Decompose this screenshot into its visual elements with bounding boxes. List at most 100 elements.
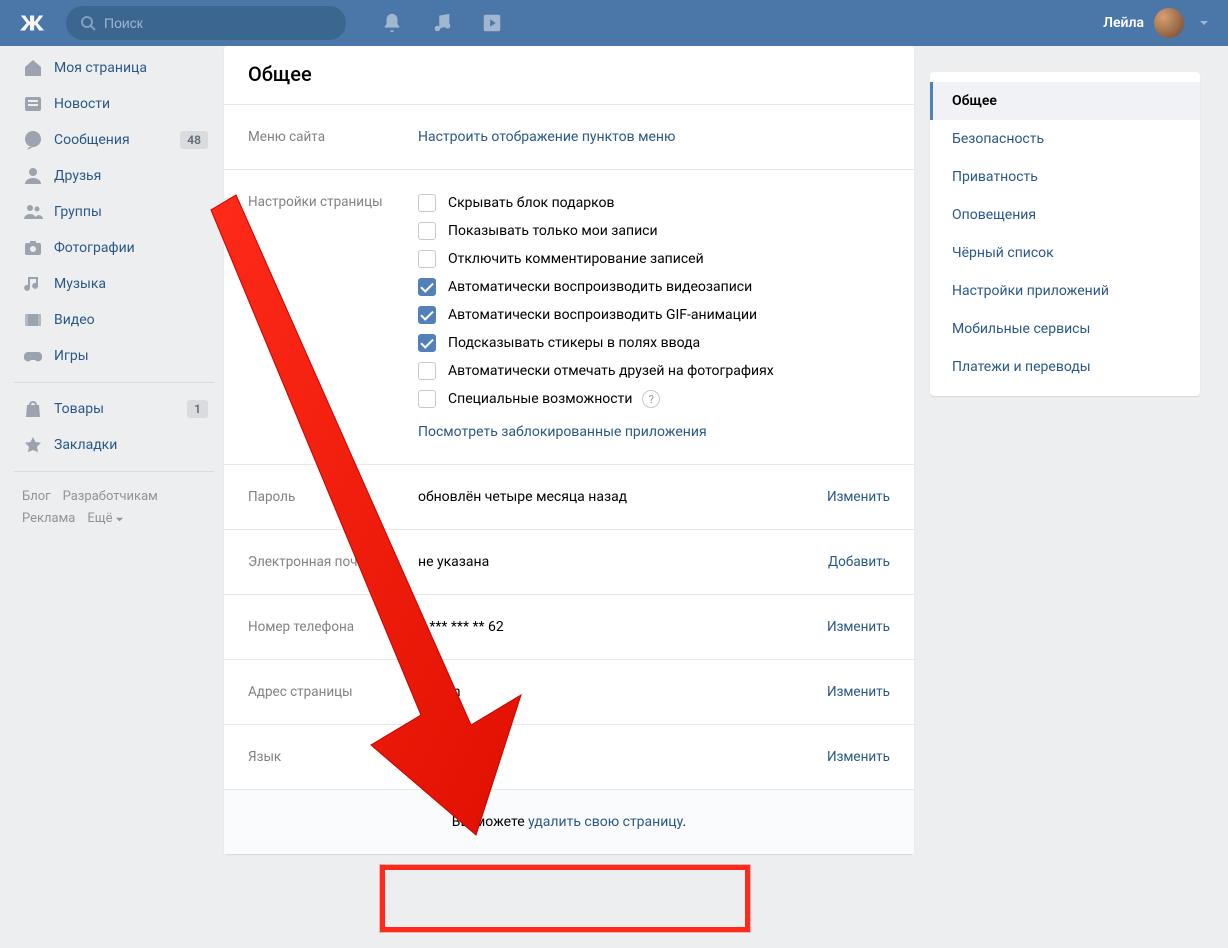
checkbox-row[interactable]: Автоматически воспроизводить видеозаписи — [418, 278, 890, 296]
search-icon — [80, 15, 96, 31]
section-site-menu: Меню сайта Настроить отображение пунктов… — [224, 104, 914, 169]
music-icon[interactable] — [431, 12, 453, 34]
checkbox[interactable] — [418, 278, 436, 296]
checkbox-row[interactable]: Отключить комментирование записей — [418, 250, 890, 268]
vk-logo-icon[interactable] — [18, 13, 52, 33]
sidebar-label: Сообщения — [54, 132, 130, 148]
delete-suffix: . — [683, 814, 687, 830]
market-badge: 1 — [187, 400, 208, 418]
sidebar-item-bookmarks[interactable]: Закладки — [14, 427, 214, 463]
sidebar-footer: Блог Разработчикам Реклама Ещё — [14, 480, 214, 536]
sidebar-item-photos[interactable]: Фотографии — [14, 230, 214, 266]
url-value: h .com — [418, 684, 827, 700]
password-change[interactable]: Изменить — [827, 489, 890, 505]
settings-tab[interactable]: Общее — [930, 82, 1200, 120]
avatar — [1154, 8, 1184, 38]
section-label: Язык — [248, 749, 418, 765]
checkbox-label: Автоматически воспроизводить GIF-анимаци… — [448, 307, 757, 323]
sidebar-item-friends[interactable]: Друзья — [14, 158, 214, 194]
sidebar-item-news[interactable]: Новости — [14, 86, 214, 122]
sidebar-item-music[interactable]: Музыка — [14, 266, 214, 302]
phone-change[interactable]: Изменить — [827, 619, 890, 635]
settings-tab[interactable]: Приватность — [930, 158, 1200, 196]
sidebar-item-groups[interactable]: Группы — [14, 194, 214, 230]
section-label: Адрес страницы — [248, 684, 418, 700]
bell-icon[interactable] — [381, 12, 403, 34]
settings-tab[interactable]: Чёрный список — [930, 234, 1200, 272]
checkbox-row[interactable]: Скрывать блок подарков — [418, 194, 890, 212]
section-label: Пароль — [248, 489, 418, 505]
password-value: обновлён четыре месяца назад — [418, 489, 827, 505]
checkbox[interactable] — [418, 390, 436, 408]
sidebar: Моя страница Новости Сообщения48 Друзья … — [14, 46, 214, 854]
configure-menu-link[interactable]: Настроить отображение пунктов меню — [418, 129, 675, 145]
footer-ads[interactable]: Реклама — [22, 508, 75, 530]
footer-blog[interactable]: Блог — [22, 486, 51, 508]
sidebar-label: Фотографии — [54, 240, 135, 256]
film-icon — [22, 309, 44, 331]
lang-change[interactable]: Изменить — [827, 749, 890, 765]
url-change[interactable]: Изменить — [827, 684, 890, 700]
section-url: Адрес страницы h .com Изменить — [224, 659, 914, 724]
section-email: Электронная почта не указана Добавить — [224, 529, 914, 594]
checkbox-row[interactable]: Подсказывать стикеры в полях ввода — [418, 334, 890, 352]
news-icon — [22, 93, 44, 115]
checkbox[interactable] — [418, 334, 436, 352]
sidebar-item-messages[interactable]: Сообщения 48 — [14, 122, 214, 158]
header-icons — [381, 12, 503, 34]
settings-content: Общее Меню сайта Настроить отображение п… — [224, 46, 914, 854]
sidebar-item-mypage[interactable]: Моя страница — [14, 50, 214, 86]
bag-icon — [22, 398, 44, 420]
sidebar-label: Игры — [54, 348, 89, 364]
blocked-apps-link[interactable]: Посмотреть заблокированные приложения — [418, 424, 890, 440]
checkbox-row[interactable]: Специальные возможности? — [418, 390, 890, 408]
search-input[interactable] — [104, 15, 332, 31]
star-icon — [22, 434, 44, 456]
delete-page-link[interactable]: удалить свою страницу — [528, 814, 682, 830]
search-box[interactable] — [66, 6, 346, 40]
sidebar-label: Новости — [54, 96, 110, 112]
messages-badge: 48 — [180, 131, 208, 149]
checkbox-row[interactable]: Автоматически воспроизводить GIF-анимаци… — [418, 306, 890, 324]
section-label: Номер телефона — [248, 619, 418, 635]
sidebar-separator — [14, 382, 214, 383]
user-menu[interactable]: Лейла — [1103, 8, 1210, 38]
checkbox-label: Отключить комментирование записей — [448, 251, 704, 267]
checkbox[interactable] — [418, 306, 436, 324]
checkbox[interactable] — [418, 362, 436, 380]
annotation-highlight — [380, 865, 750, 932]
email-add[interactable]: Добавить — [828, 554, 890, 570]
settings-tab[interactable]: Безопасность — [930, 120, 1200, 158]
gamepad-icon — [22, 345, 44, 367]
section-password: Пароль обновлён четыре месяца назад Изме… — [224, 464, 914, 529]
checkbox[interactable] — [418, 250, 436, 268]
page-title: Общее — [224, 46, 914, 104]
sidebar-item-video[interactable]: Видео — [14, 302, 214, 338]
sidebar-label: Закладки — [54, 437, 117, 453]
checkbox-row[interactable]: Показывать только мои записи — [418, 222, 890, 240]
settings-tab[interactable]: Мобильные сервисы — [930, 310, 1200, 348]
settings-tab[interactable]: Платежи и переводы — [930, 348, 1200, 386]
sidebar-item-games[interactable]: Игры — [14, 338, 214, 374]
footer-dev[interactable]: Разработчикам — [63, 486, 158, 508]
checkbox[interactable] — [418, 194, 436, 212]
help-icon[interactable]: ? — [642, 390, 660, 408]
username: Лейла — [1103, 15, 1144, 31]
chevron-down-icon — [1198, 17, 1210, 29]
checkbox-label: Автоматически воспроизводить видеозаписи — [448, 279, 752, 295]
sidebar-label: Моя страница — [54, 60, 147, 76]
lang-value: Русский — [418, 749, 827, 765]
sidebar-label: Музыка — [54, 276, 106, 292]
sidebar-item-market[interactable]: Товары1 — [14, 391, 214, 427]
play-icon[interactable] — [481, 12, 503, 34]
sidebar-label: Видео — [54, 312, 95, 328]
checkbox-label: Специальные возможности — [448, 391, 632, 407]
section-page-settings: Настройки страницы Скрывать блок подарко… — [224, 169, 914, 464]
section-label: Настройки страницы — [248, 194, 418, 440]
friends-icon — [22, 165, 44, 187]
footer-more[interactable]: Ещё — [87, 508, 124, 530]
settings-tab[interactable]: Настройки приложений — [930, 272, 1200, 310]
settings-tab[interactable]: Оповещения — [930, 196, 1200, 234]
checkbox[interactable] — [418, 222, 436, 240]
checkbox-row[interactable]: Автоматически отмечать друзей на фотогра… — [418, 362, 890, 380]
